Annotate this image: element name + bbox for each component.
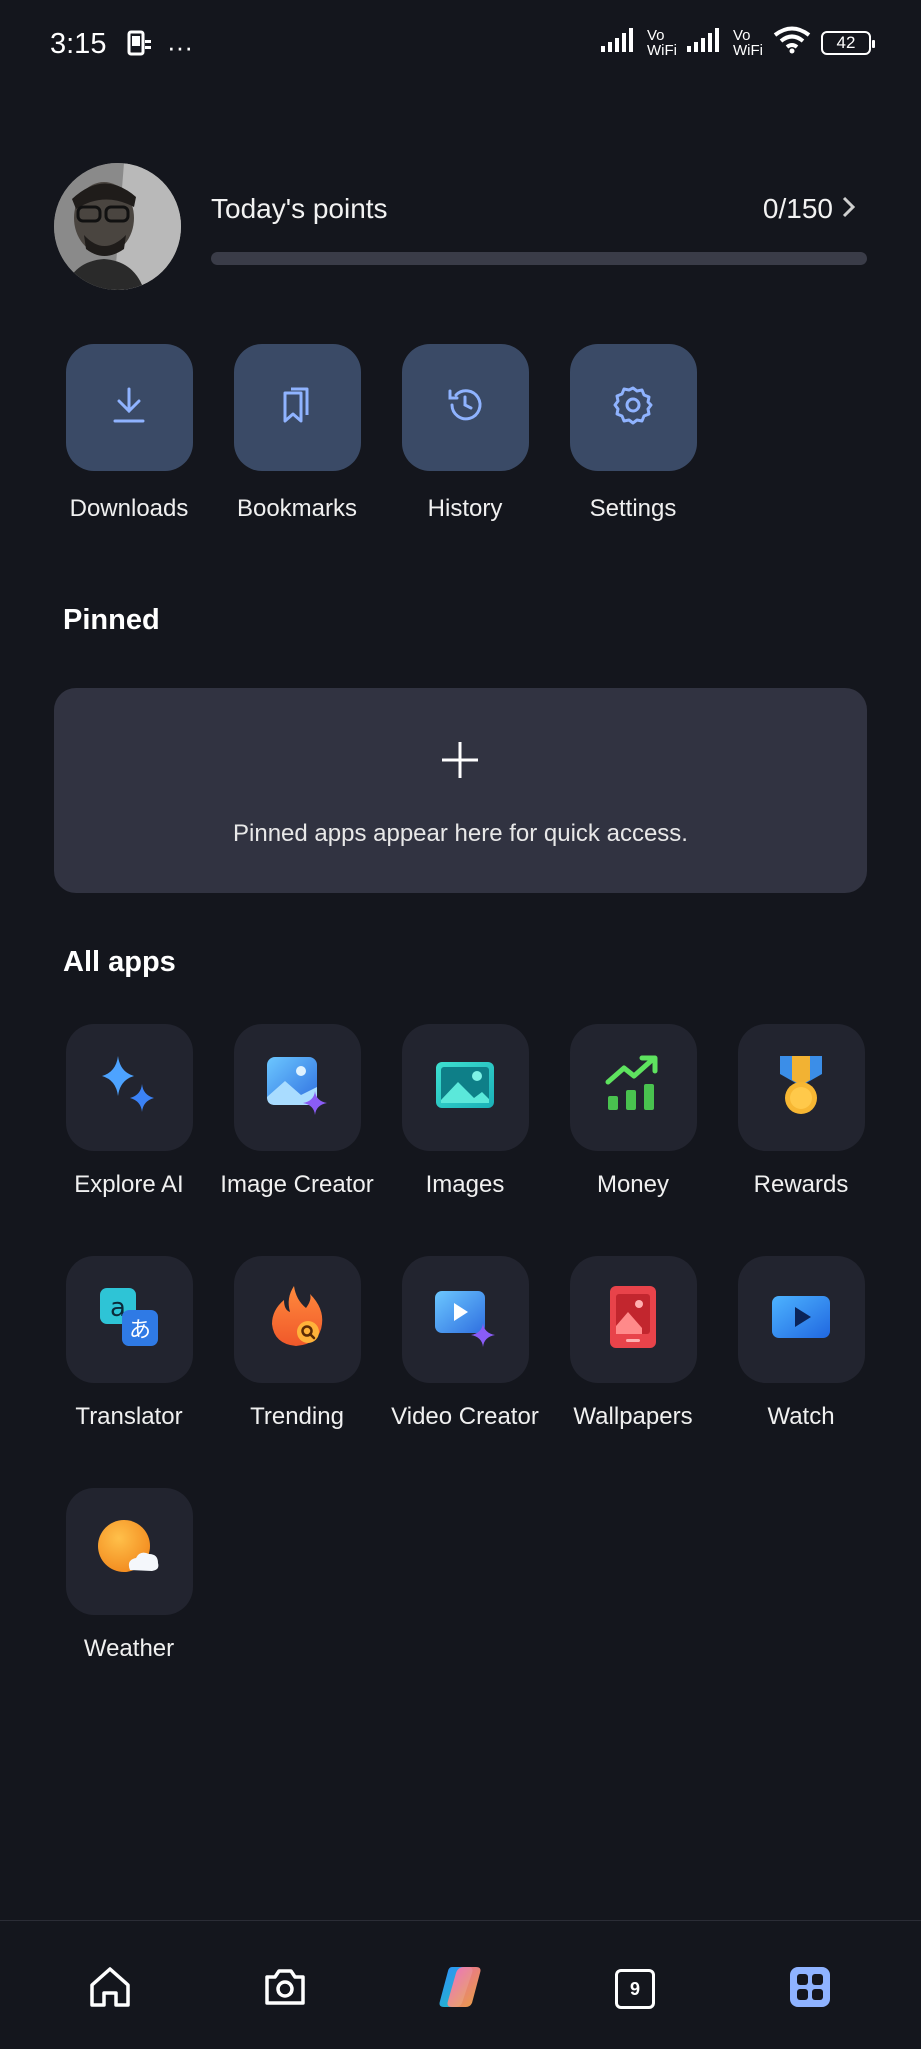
add-pinned-icon[interactable] — [438, 738, 482, 782]
home-icon — [86, 1963, 134, 2016]
sparkle-icon — [94, 1050, 164, 1125]
points-value[interactable]: 0/150 — [763, 193, 833, 225]
status-time: 3:15 — [50, 28, 107, 60]
wifi-icon — [773, 26, 811, 59]
tabs-button[interactable]: 9 — [609, 1963, 661, 2015]
app-label: Wallpapers — [573, 1403, 693, 1430]
history-icon — [443, 383, 487, 432]
app-label: Explore AI — [74, 1171, 184, 1198]
points-progress-bar — [211, 252, 867, 265]
vowifi-indicator: Vo WiFi — [647, 26, 677, 59]
more-notifications-icon: ··· — [167, 32, 193, 62]
all-apps-section-title: All apps — [63, 946, 176, 978]
bookmarks-button[interactable]: Bookmarks — [213, 344, 381, 523]
money-chart-icon — [598, 1050, 668, 1125]
app-wallpapers[interactable]: Wallpapers — [549, 1256, 717, 1488]
copilot-icon — [434, 1961, 486, 2018]
video-creator-icon — [429, 1281, 501, 1358]
app-images[interactable]: Images — [381, 1024, 549, 1256]
app-label: Images — [425, 1171, 505, 1198]
avatar[interactable] — [54, 163, 181, 290]
downloads-label: Downloads — [69, 495, 189, 522]
tabs-icon: 9 — [615, 1969, 655, 2009]
app-money[interactable]: Money — [549, 1024, 717, 1256]
camera-button[interactable] — [259, 1963, 311, 2015]
points-label: Today's points — [211, 193, 388, 224]
settings-button[interactable]: Settings — [549, 344, 717, 523]
home-button[interactable] — [84, 1963, 136, 2015]
app-label: Rewards — [753, 1171, 849, 1198]
translator-icon: aあ — [94, 1282, 164, 1357]
pinned-section-title: Pinned — [63, 604, 160, 636]
camera-icon — [261, 1963, 309, 2016]
app-label: Watch — [767, 1403, 835, 1430]
downloads-button[interactable]: Downloads — [45, 344, 213, 523]
weather-icon — [94, 1514, 164, 1589]
status-bar: 3:15 ··· Vo WiFi Vo WiFi 42 — [0, 0, 921, 90]
app-image-creator[interactable]: Image Creator — [213, 1024, 381, 1256]
pinned-empty-text: Pinned apps appear here for quick access… — [233, 820, 688, 847]
download-icon — [107, 383, 151, 432]
app-trending[interactable]: Trending — [213, 1256, 381, 1488]
app-label: Money — [596, 1171, 670, 1198]
app-watch[interactable]: Watch — [717, 1256, 885, 1488]
phone-notification-icon — [125, 30, 153, 65]
points-header[interactable]: Today's points 0/150 — [54, 163, 867, 290]
app-video-creator[interactable]: Video Creator — [381, 1256, 549, 1488]
pinned-apps-card[interactable]: Pinned apps appear here for quick access… — [54, 688, 867, 893]
tab-count: 9 — [629, 1978, 640, 1999]
app-translator[interactable]: aあ Translator — [45, 1256, 213, 1488]
history-button[interactable]: History — [381, 344, 549, 523]
settings-label: Settings — [589, 495, 677, 522]
history-label: History — [427, 495, 503, 522]
app-label: Trending — [250, 1403, 344, 1430]
app-rewards[interactable]: Rewards — [717, 1024, 885, 1256]
app-label: Translator — [75, 1403, 183, 1430]
medal-icon — [768, 1050, 834, 1125]
svg-text:あ: あ — [129, 1318, 151, 1343]
signal-icon — [601, 28, 637, 57]
bookmarks-icon — [275, 383, 319, 432]
apps-grid-icon — [787, 1964, 833, 2015]
image-creator-icon — [261, 1049, 333, 1126]
apps-button[interactable] — [784, 1963, 836, 2015]
app-explore-ai[interactable]: Explore AI — [45, 1024, 213, 1256]
chevron-right-icon[interactable] — [839, 193, 859, 221]
signal-icon-2 — [687, 28, 723, 57]
app-label: Weather — [83, 1635, 175, 1662]
bookmarks-label: Bookmarks — [236, 495, 358, 522]
vowifi-indicator-2: Vo WiFi — [733, 26, 763, 59]
play-icon — [766, 1282, 836, 1357]
battery-indicator: 42 — [821, 30, 875, 55]
app-label: Video Creator — [391, 1403, 539, 1430]
bottom-navigation: 9 — [0, 1920, 921, 2049]
apps-grid: Explore AI Image Creator Images Money Re… — [45, 1024, 890, 1720]
gear-icon — [610, 382, 656, 433]
quick-actions: Downloads Bookmarks History Settings — [45, 344, 717, 523]
flame-icon — [262, 1282, 332, 1357]
images-icon — [430, 1050, 500, 1125]
copilot-button[interactable] — [434, 1963, 486, 2015]
wallpaper-icon — [602, 1282, 664, 1357]
app-weather[interactable]: Weather — [45, 1488, 213, 1720]
app-label: Image Creator — [220, 1171, 374, 1198]
